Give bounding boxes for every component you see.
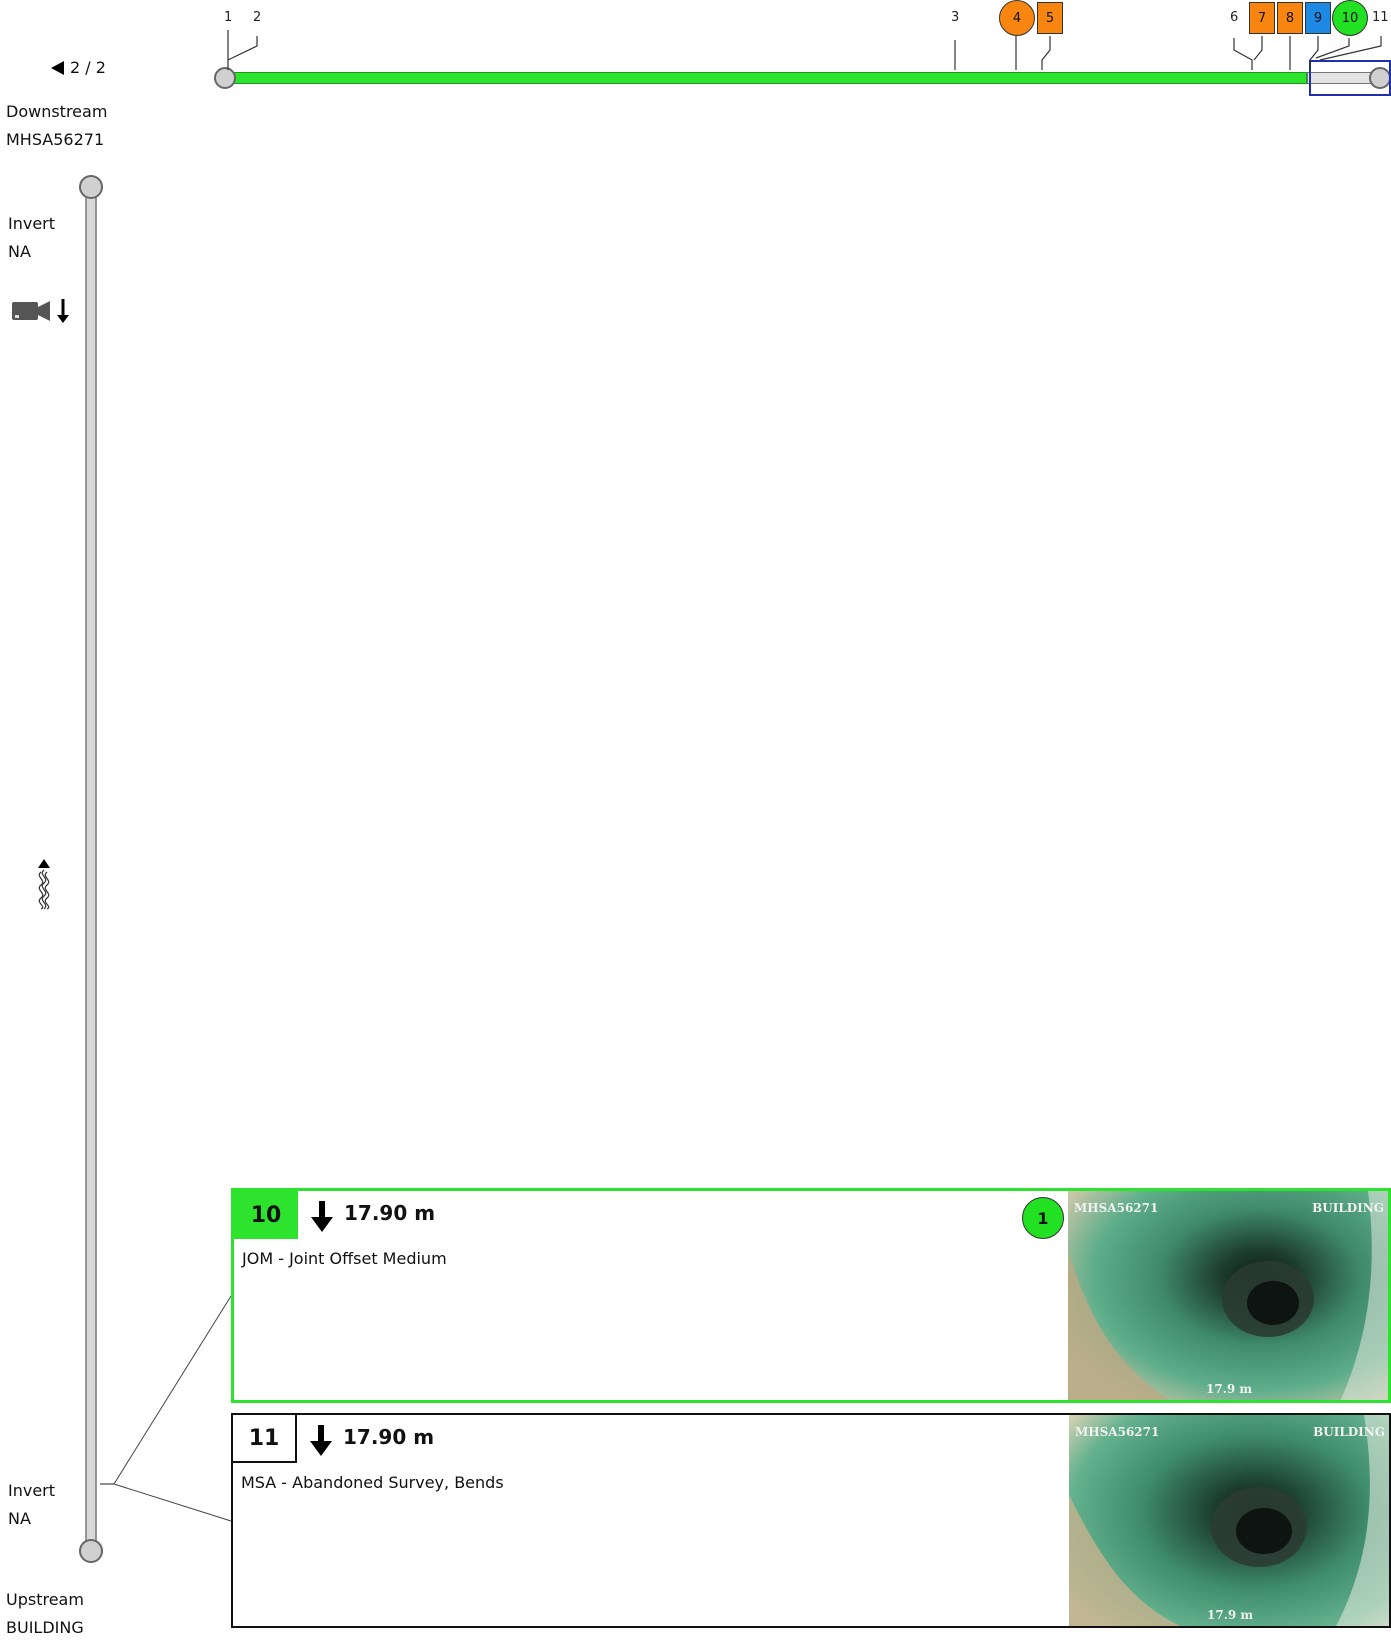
- marker-label-5: 5: [1045, 10, 1055, 26]
- photo-distance-caption: 17.9 m: [1207, 1608, 1254, 1622]
- pipe-interior-photo: [1069, 1415, 1389, 1626]
- photo-right-caption: BUILDING: [1312, 1201, 1384, 1215]
- upstream-label: Upstream: [6, 1590, 84, 1609]
- connector-lines: [100, 1295, 232, 1522]
- marker-label-2[interactable]: 2: [253, 10, 261, 25]
- marker-label-1[interactable]: 1: [224, 10, 232, 25]
- invert-bottom-label: Invert: [8, 1481, 56, 1500]
- photo-left-caption: MHSA56271: [1075, 1425, 1160, 1439]
- marker-label-11[interactable]: 11: [1372, 10, 1389, 25]
- marker-8-orange-box[interactable]: 8: [1277, 2, 1303, 34]
- arrow-down-icon: [310, 1425, 332, 1456]
- observation-distance: 17.90 m: [344, 1201, 436, 1225]
- photo-left-caption: MHSA56271: [1074, 1201, 1159, 1215]
- observation-distance: 17.90 m: [343, 1425, 435, 1449]
- downstream-id: MHSA56271: [6, 130, 105, 149]
- marker-label-4: 4: [1012, 10, 1022, 26]
- observation-photo[interactable]: MHSA56271 BUILDING 17.9 m: [1068, 1191, 1388, 1400]
- photo-distance-caption: 17.9 m: [1206, 1382, 1253, 1396]
- marker-leader-lines: [227, 30, 1382, 70]
- observation-index: 11: [233, 1415, 297, 1463]
- arrow-down-icon: [311, 1201, 333, 1232]
- marker-9-blue-box[interactable]: 9: [1305, 2, 1331, 34]
- invert-top-label: Invert: [8, 214, 56, 233]
- marker-5-orange-box[interactable]: 5: [1037, 2, 1063, 34]
- invert-bottom-value: NA: [8, 1509, 31, 1528]
- observation-card[interactable]: 11 17.90 m MSA - Abandoned Survey, Bends: [231, 1413, 1391, 1628]
- downstream-label: Downstream: [6, 102, 108, 121]
- marker-4-orange-circle[interactable]: 4: [999, 0, 1035, 36]
- flow-direction-icon: [38, 859, 50, 910]
- marker-7-orange-box[interactable]: 7: [1249, 2, 1275, 34]
- pipe-timeline: 1 2 3 4 5 6 7 8 9 10 11: [0, 0, 1391, 100]
- pipe-interior-photo: [1068, 1191, 1388, 1400]
- marker-label-10: 10: [1341, 10, 1359, 26]
- observation-description: JOM - Joint Offset Medium: [242, 1249, 447, 1268]
- camera-direction-icon: [12, 299, 69, 323]
- marker-label-3[interactable]: 3: [951, 10, 959, 25]
- marker-label-8: 8: [1285, 10, 1295, 26]
- marker-label-9: 9: [1313, 10, 1323, 26]
- photo-right-caption: BUILDING: [1313, 1425, 1385, 1439]
- marker-10-green-circle[interactable]: 10: [1332, 0, 1368, 36]
- grade-badge: 1: [1022, 1197, 1064, 1239]
- observation-card[interactable]: 10 17.90 m JOM - Joint Offset Medium 1 M…: [231, 1188, 1391, 1403]
- observation-index: 10: [234, 1191, 298, 1239]
- observation-photo[interactable]: MHSA56271 BUILDING 17.9 m: [1069, 1415, 1389, 1626]
- invert-top-value: NA: [8, 242, 31, 261]
- marker-label-7: 7: [1257, 10, 1267, 26]
- observation-description: MSA - Abandoned Survey, Bends: [241, 1473, 504, 1492]
- grade-value: 1: [1037, 1208, 1049, 1228]
- marker-label-6[interactable]: 6: [1230, 10, 1238, 25]
